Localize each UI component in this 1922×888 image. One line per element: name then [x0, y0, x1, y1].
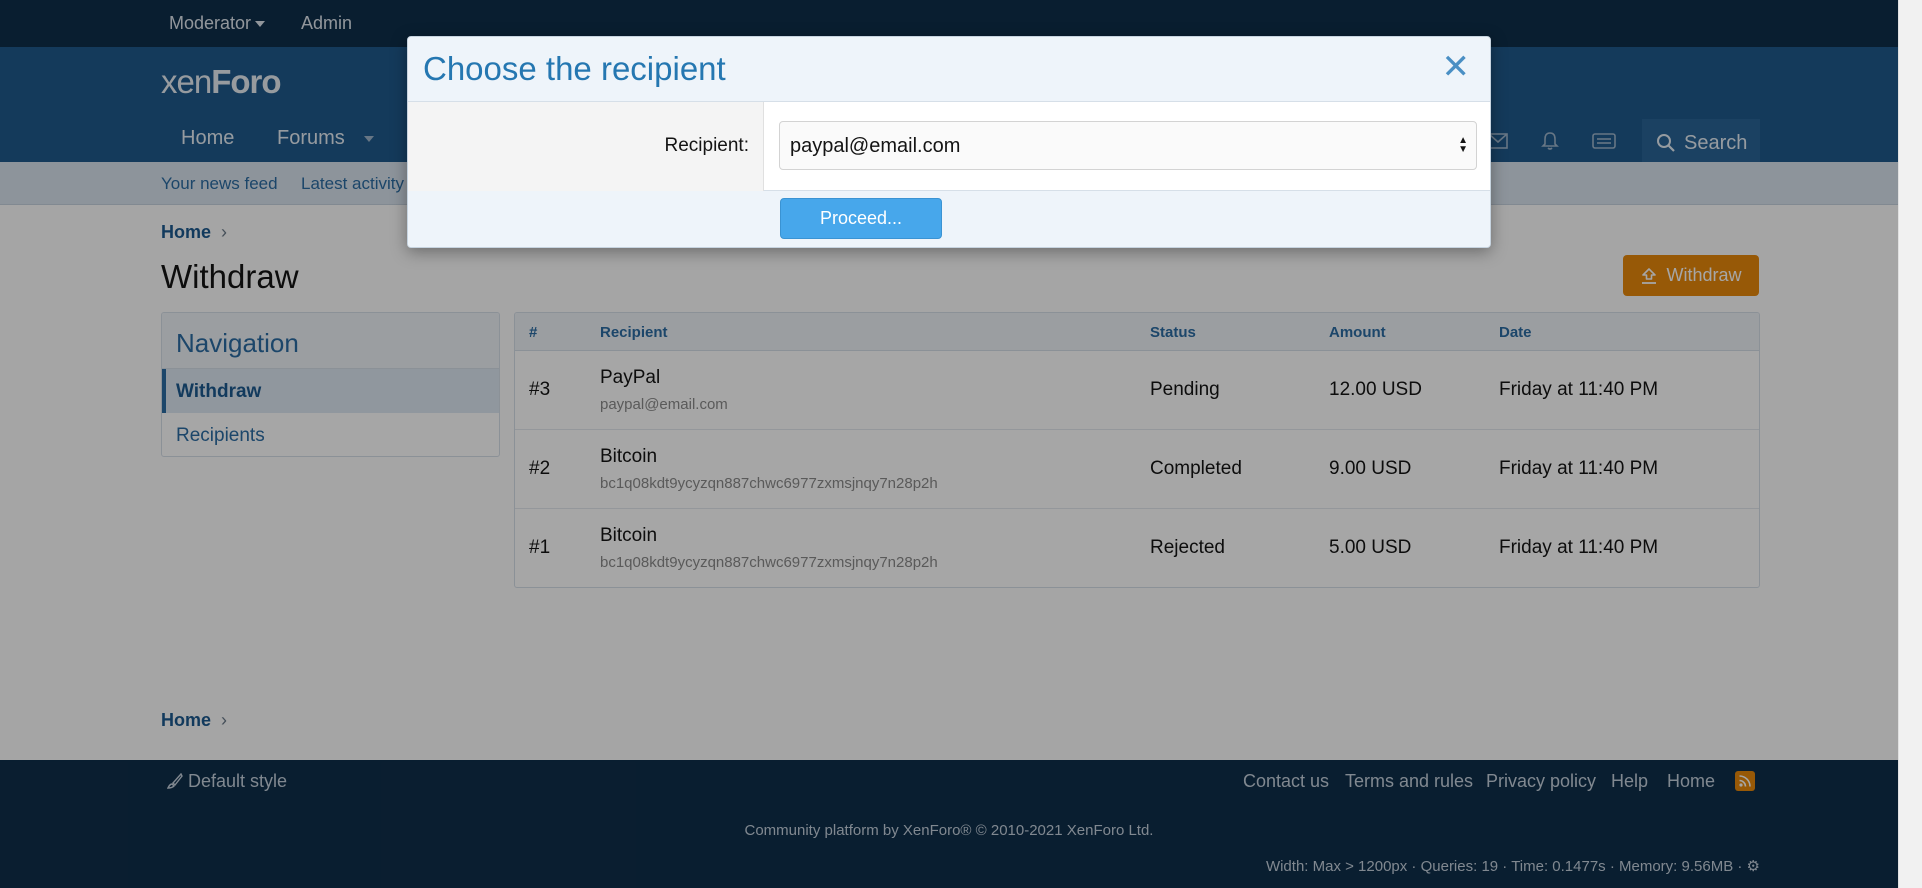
close-icon[interactable]: ✕ [1442, 50, 1471, 84]
recipient-select[interactable]: paypal@email.com ▲ ▼ [779, 121, 1477, 170]
vertical-scrollbar[interactable] [1898, 0, 1922, 888]
recipient-selected-value: paypal@email.com [790, 135, 961, 157]
dialog-title: Choose the recipient [423, 50, 726, 87]
choose-recipient-dialog: Choose the recipient ✕ Recipient: paypal… [407, 36, 1491, 248]
proceed-button[interactable]: Proceed... [780, 198, 942, 239]
dialog-header: Choose the recipient ✕ [408, 37, 1490, 102]
dialog-footer: Proceed... [408, 191, 1490, 247]
recipient-form-row: Recipient: paypal@email.com ▲ ▼ [408, 102, 1490, 191]
recipient-label: Recipient: [408, 102, 764, 191]
select-arrows-icon: ▲ ▼ [1458, 135, 1468, 155]
